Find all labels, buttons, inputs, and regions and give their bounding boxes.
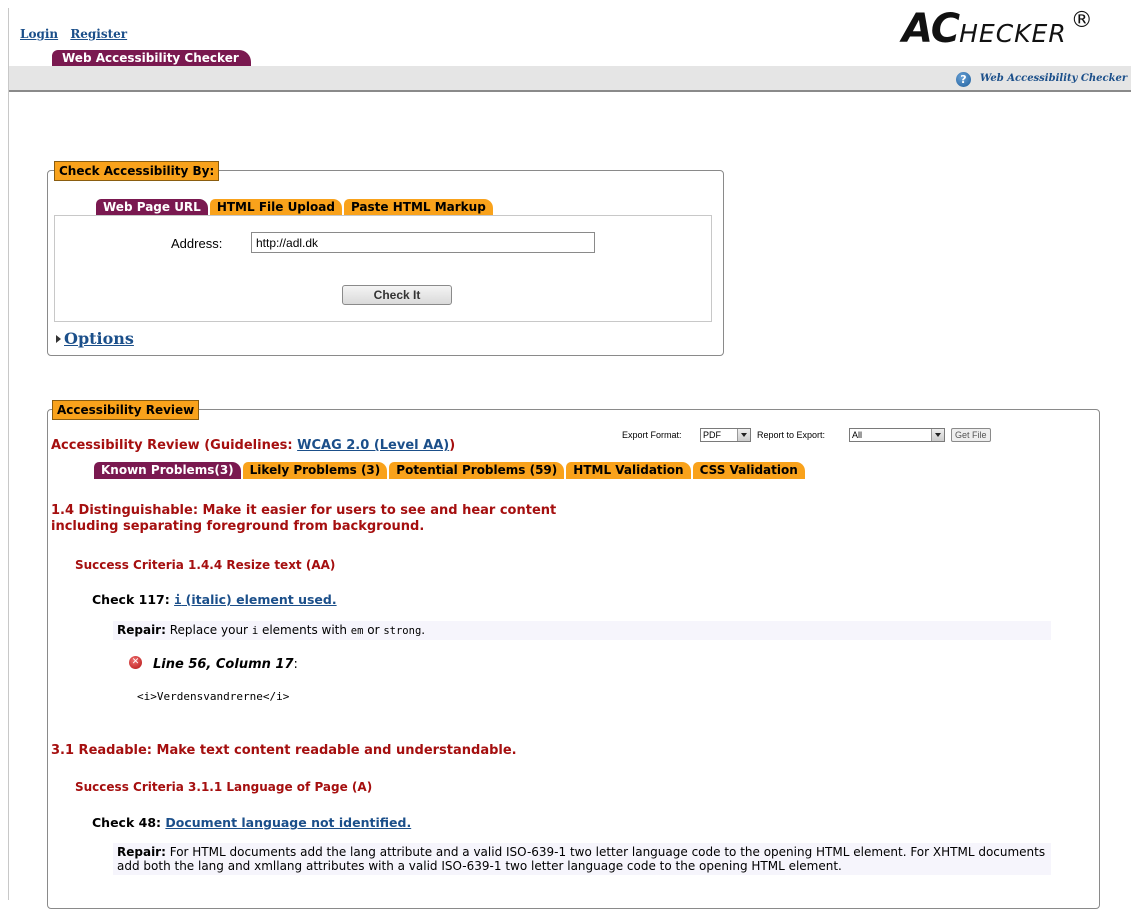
repair-code-2: em (350, 625, 364, 637)
report-to-export-label: Report to Export: (757, 430, 826, 440)
logo-rest: HECKER (959, 19, 1067, 48)
tab-html-validation[interactable]: HTML Validation (566, 462, 691, 479)
check-48: Check 48: Document language not identifi… (92, 815, 411, 830)
success-criteria-3-1-1: Success Criteria 3.1.1 Language of Page … (75, 780, 373, 794)
chevron-down-icon (931, 429, 944, 441)
guideline-heading-line2: including separating foreground from bac… (51, 519, 425, 534)
guideline-heading-3-1: 3.1 Readable: Make text content readable… (51, 743, 517, 758)
tab-css-validation[interactable]: CSS Validation (692, 462, 805, 479)
check-117-link[interactable]: i (italic) element used. (174, 592, 337, 607)
tab-paste-html-markup[interactable]: Paste HTML Markup (343, 199, 493, 216)
input-method-tabs: Web Page URL HTML File Upload Paste HTML… (96, 199, 493, 216)
achecker-logo: ACHECKER ® (902, 6, 1093, 52)
success-criteria-1-4-4: Success Criteria 1.4.4 Resize text (AA) (75, 558, 336, 572)
address-label: Address: (171, 236, 223, 251)
repair-text-2: elements with (258, 623, 351, 637)
chevron-down-icon (737, 429, 750, 441)
address-input[interactable] (251, 232, 595, 253)
repair-label: Repair: (117, 845, 166, 859)
check-it-button[interactable]: Check It (342, 285, 452, 305)
tab-html-file-upload[interactable]: HTML File Upload (209, 199, 342, 216)
help-link[interactable]: Web Accessibility Checker (980, 73, 1127, 84)
check-117-link-text: (italic) element used. (181, 592, 337, 607)
export-format-select[interactable]: PDF (700, 428, 751, 442)
login-link[interactable]: Login (20, 27, 58, 41)
review-tabs: Known Problems(3) Likely Problems (3) Po… (94, 462, 805, 479)
check-117-label: Check 117: (92, 592, 170, 607)
guideline-heading-line1: 1.4 Distinguishable: Make it easier for … (51, 503, 557, 518)
guideline-heading-1-4: 1.4 Distinguishable: Make it easier for … (51, 503, 556, 535)
code-snippet: <i>Verdensvandrerne</i> (137, 690, 290, 703)
tab-potential-problems[interactable]: Potential Problems (59) (389, 462, 565, 479)
repair-117: Repair: Replace your i elements with em … (113, 621, 1051, 640)
options-toggle[interactable]: Options (64, 329, 134, 348)
check-48-label: Check 48: (92, 815, 162, 830)
repair-text-1: Replace your (165, 623, 252, 637)
check-accessibility-legend: Check Accessibility By: (54, 161, 220, 181)
review-title: Accessibility Review (Guidelines: WCAG 2… (51, 438, 455, 453)
get-file-button[interactable]: Get File (951, 428, 991, 442)
export-format-value: PDF (703, 430, 721, 440)
export-format-label: Export Format: (622, 430, 682, 440)
logo-registered-mark: ® (1070, 8, 1093, 33)
guideline-link[interactable]: WCAG 2.0 (Level AA) (297, 438, 449, 453)
check-48-link[interactable]: Document language not identified. (165, 815, 411, 830)
tab-web-page-url[interactable]: Web Page URL (96, 199, 208, 216)
line-info-colon: : (293, 657, 298, 672)
repair-label: Repair: (117, 623, 166, 637)
report-to-export-select[interactable]: All (849, 428, 945, 442)
repair-code-3: strong (383, 625, 422, 637)
error-icon: ✕ (129, 656, 142, 669)
repair-text-4: . (421, 623, 426, 637)
repair-48: Repair: For HTML documents add the lang … (113, 843, 1051, 875)
review-title-prefix: Accessibility Review (Guidelines: (51, 438, 298, 453)
line-info: Line 56, Column 17 (153, 657, 294, 672)
repair-text-3: or (363, 623, 384, 637)
review-title-suffix: ) (449, 438, 456, 453)
report-to-export-value: All (852, 430, 863, 440)
logo-ac: AC (902, 6, 960, 52)
auth-links: Login Register (20, 27, 135, 41)
repair-text: For HTML documents add the lang attribut… (117, 845, 1046, 873)
check-117: Check 117: i (italic) element used. (92, 592, 337, 607)
options-link[interactable]: Options (64, 329, 134, 348)
page-left-border (8, 8, 9, 900)
register-link[interactable]: Register (70, 27, 127, 41)
accessibility-review-legend: Accessibility Review (52, 400, 200, 420)
tab-likely-problems[interactable]: Likely Problems (3) (242, 462, 388, 479)
help-icon[interactable]: ? (956, 72, 971, 87)
site-tab[interactable]: Web Accessibility Checker (52, 50, 251, 66)
error-location[interactable]: Line 56, Column 17: (153, 657, 298, 672)
options-expand-icon[interactable] (56, 335, 61, 343)
tab-known-problems[interactable]: Known Problems(3) (94, 462, 241, 479)
